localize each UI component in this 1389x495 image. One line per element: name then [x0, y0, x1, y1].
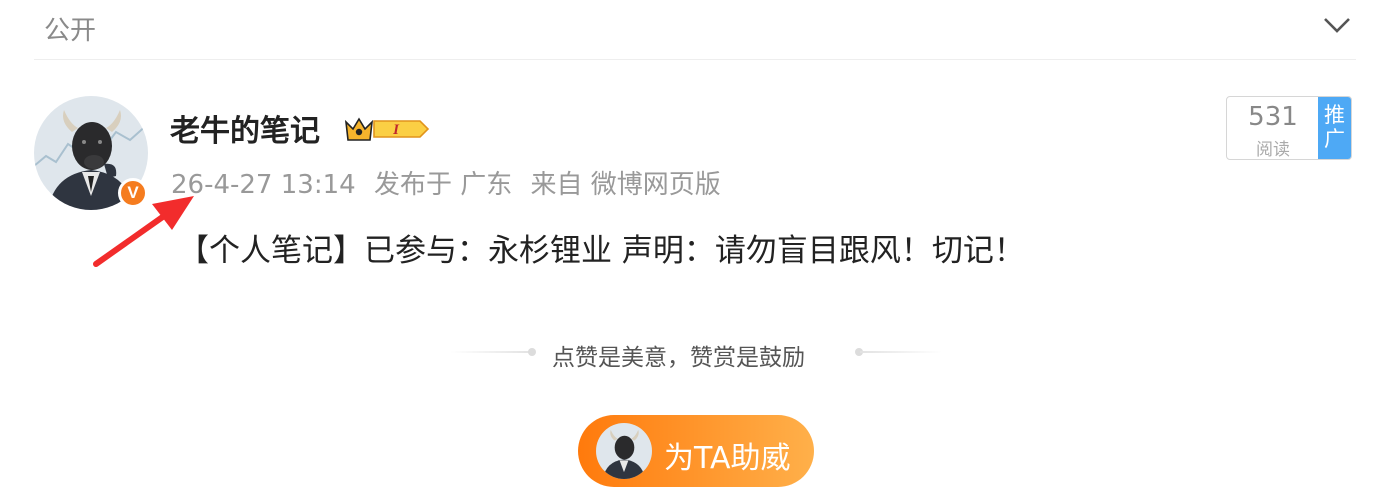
top-bar: 公开 — [0, 0, 1389, 60]
reward-divider-right — [860, 351, 942, 353]
cheer-button[interactable]: 为TA助威 — [578, 415, 814, 487]
crown-badge-icon[interactable]: I — [344, 114, 430, 144]
visibility-label: 公开 — [44, 16, 97, 46]
post-source[interactable]: 来自 微博网页版 — [530, 170, 720, 200]
divider — [34, 59, 1356, 60]
reward-divider-left — [450, 351, 532, 353]
username[interactable]: 老牛的笔记 — [170, 106, 320, 150]
promote-button[interactable]: 推广 — [1318, 97, 1351, 159]
cheer-avatar — [596, 423, 652, 479]
post-text: 【个人笔记】已参与：永杉锂业 声明：请勿盲目跟风！切记！ — [178, 233, 1025, 269]
crown-badge-text: I — [392, 122, 400, 138]
cheer-button-label: 为TA助威 — [664, 441, 791, 476]
read-count: 531 — [1248, 102, 1298, 132]
chevron-down-icon[interactable] — [1320, 12, 1354, 40]
post-meta: 26-4-27 13:14 发布于 广东 来自 微博网页版 — [171, 164, 731, 201]
reward-dot-left — [528, 348, 536, 356]
read-label: 阅读 — [1256, 140, 1290, 160]
read-count-widget[interactable]: 531 阅读 推广 — [1226, 96, 1352, 160]
post-location: 发布于 广东 — [373, 170, 513, 200]
reward-slogan: 点赞是美意，赞赏是鼓励 — [552, 345, 805, 371]
